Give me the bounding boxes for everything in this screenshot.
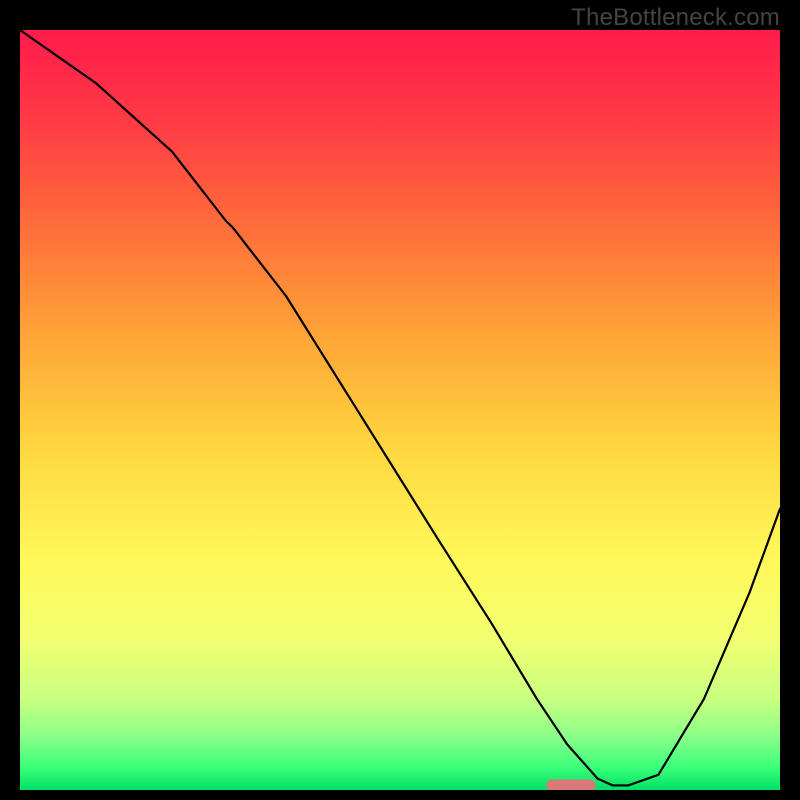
chart-plot-area bbox=[20, 30, 780, 790]
chart-background bbox=[20, 30, 780, 790]
chart-svg bbox=[20, 30, 780, 790]
optimal-range-marker bbox=[546, 779, 595, 790]
watermark-text: TheBottleneck.com bbox=[571, 4, 780, 32]
